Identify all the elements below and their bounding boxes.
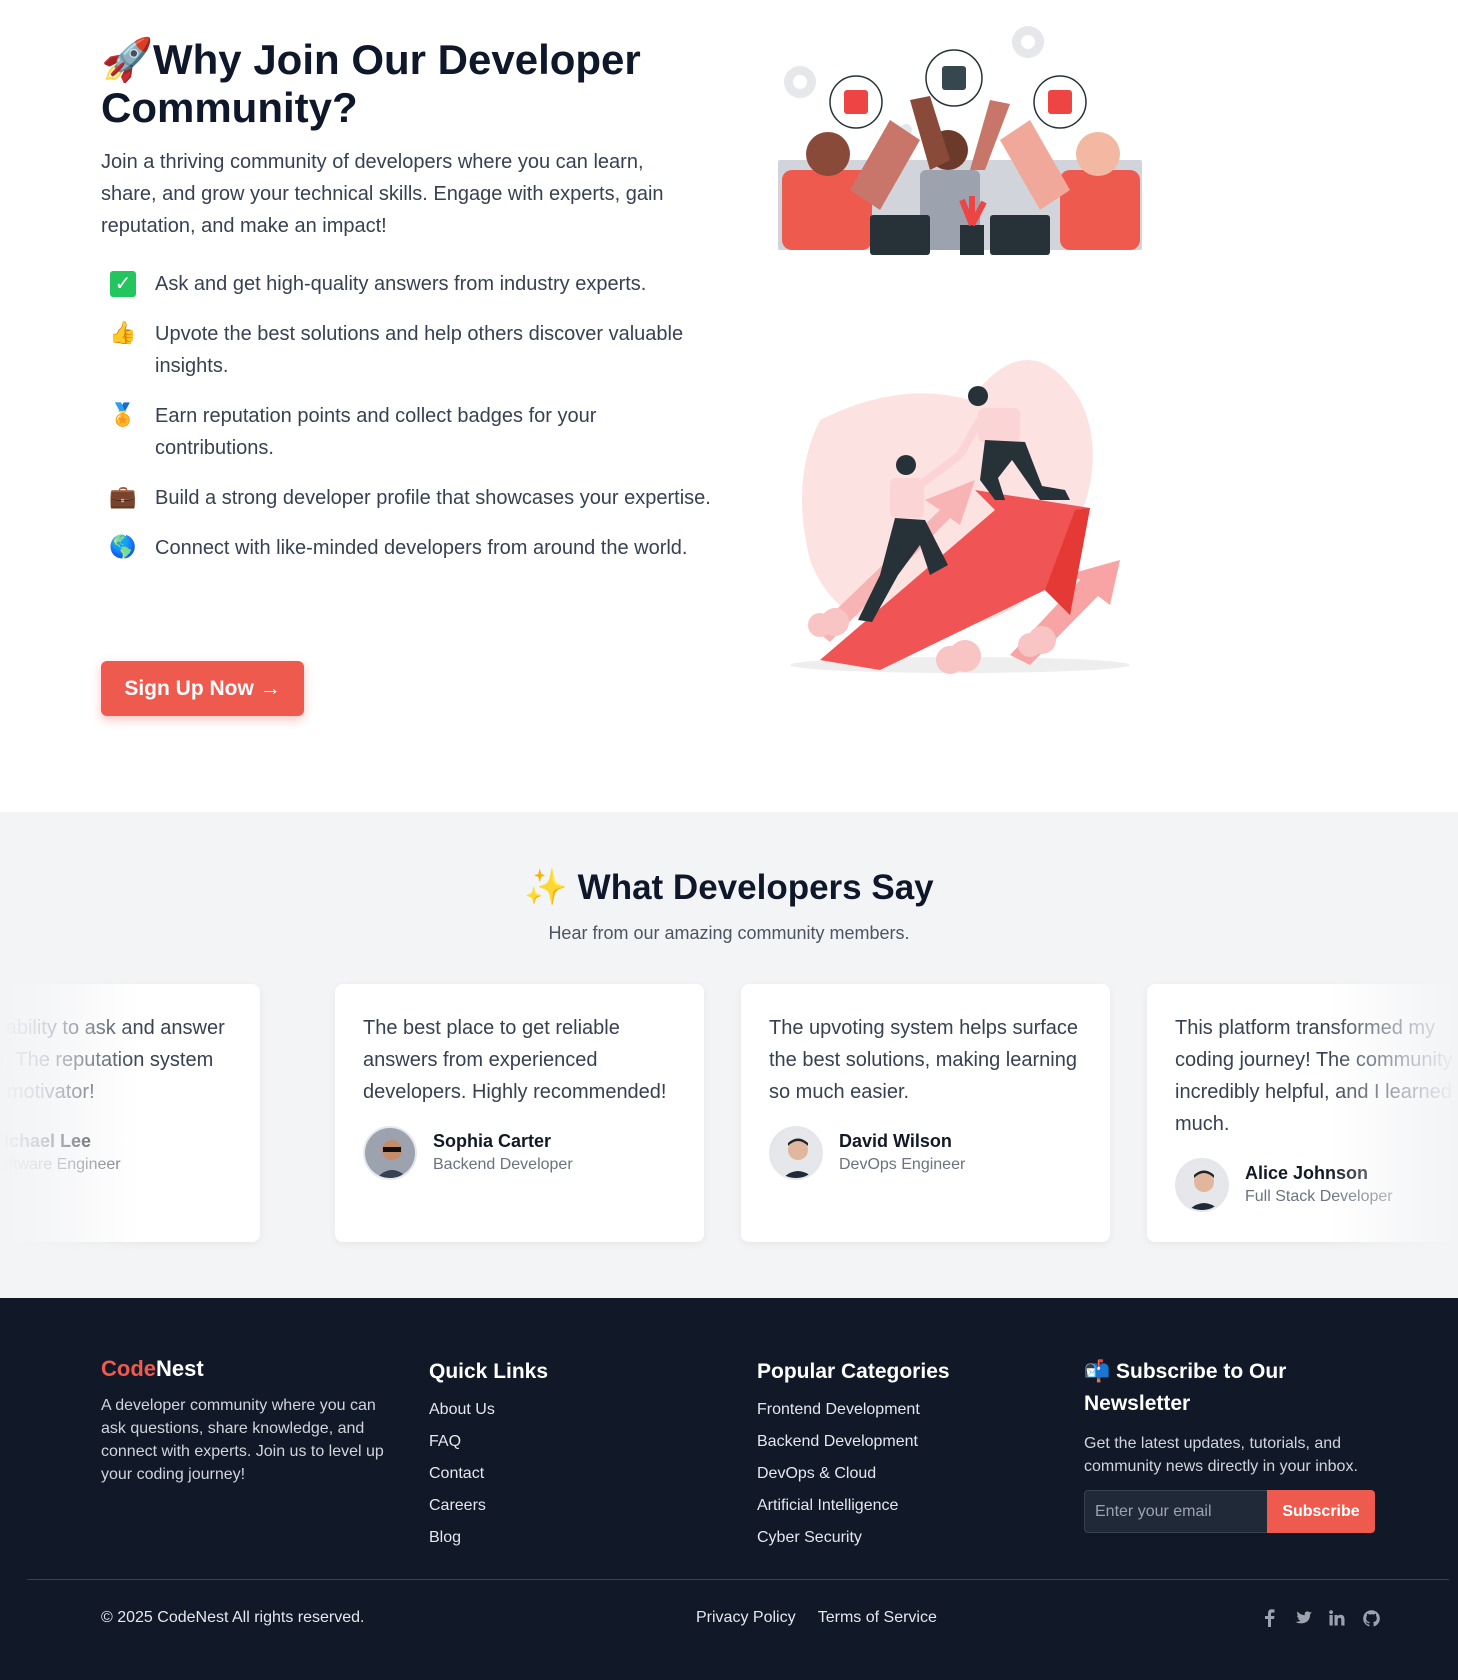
- site-footer: CodeNest A developer community where you…: [0, 1298, 1458, 1680]
- testimonials-section: ✨ What Developers Say Hear from our amaz…: [0, 812, 1458, 1298]
- subscribe-button[interactable]: Subscribe: [1267, 1490, 1375, 1533]
- check-icon: ✓: [105, 268, 141, 298]
- newsletter-heading-text: Subscribe to Our Newsletter: [1084, 1360, 1287, 1415]
- globe-icon: 🌎: [109, 534, 137, 559]
- newsletter-description: Get the latest updates, tutorials, and c…: [1084, 1435, 1358, 1475]
- benefit-item: 🏅 Earn reputation points and collect bad…: [101, 400, 711, 464]
- footer-categories: Popular Categories Frontend Development …: [757, 1356, 950, 1560]
- avatar: [769, 1126, 823, 1180]
- categories-heading: Popular Categories: [757, 1360, 950, 1383]
- benefit-text: Ask and get high-quality answers from in…: [155, 273, 647, 295]
- rocket-icon: 🚀: [101, 36, 154, 83]
- why-join-title: 🚀Why Join Our Developer Community?: [101, 36, 711, 132]
- avatar-photo-icon: [365, 1128, 415, 1178]
- category-link-devops[interactable]: DevOps & Cloud: [757, 1464, 950, 1484]
- footer-link-careers[interactable]: Careers: [429, 1496, 548, 1516]
- testimonial-quote: I love the ability to ask and answer que…: [0, 1017, 225, 1103]
- why-join-content: 🚀Why Join Our Developer Community? Join …: [101, 36, 711, 582]
- category-link-frontend[interactable]: Frontend Development: [757, 1400, 950, 1420]
- testimonial-card: The upvoting system helps surface the be…: [741, 984, 1110, 1242]
- testimonial-card: This platform transformed my coding jour…: [1147, 984, 1458, 1242]
- twitter-icon[interactable]: [1286, 1605, 1320, 1631]
- benefit-text: Upvote the best solutions and help other…: [155, 323, 684, 377]
- testimonial-author: Alice Johnson Full Stack Developer: [1175, 1158, 1458, 1212]
- privacy-policy-link[interactable]: Privacy Policy: [696, 1609, 796, 1626]
- logo-nest: Nest: [156, 1356, 204, 1381]
- newsletter-form: Subscribe: [1084, 1490, 1375, 1533]
- author-role: Full Stack Developer: [1245, 1188, 1393, 1205]
- footer-link-contact[interactable]: Contact: [429, 1464, 548, 1484]
- category-link-security[interactable]: Cyber Security: [757, 1528, 950, 1548]
- author-name: Michael Lee: [0, 1131, 92, 1151]
- author-role: Software Engineer: [0, 1156, 121, 1173]
- benefit-text: Build a strong developer profile that sh…: [155, 487, 711, 509]
- logo-code: Code: [101, 1356, 156, 1381]
- testimonial-quote: This platform transformed my coding jour…: [1175, 1017, 1458, 1135]
- footer-description: A developer community where you can ask …: [101, 1397, 384, 1483]
- footer-newsletter: 📬 Subscribe to Our Newsletter Get the la…: [1084, 1356, 1384, 1533]
- benefit-item: ✓ Ask and get high-quality answers from …: [101, 268, 711, 300]
- facebook-icon[interactable]: [1252, 1605, 1286, 1631]
- github-icon[interactable]: [1354, 1605, 1388, 1631]
- footer-logo[interactable]: CodeNest: [101, 1356, 391, 1382]
- testimonials-title-text: What Developers Say: [577, 868, 934, 907]
- email-input[interactable]: [1084, 1490, 1267, 1533]
- footer-link-blog[interactable]: Blog: [429, 1528, 548, 1548]
- author-role: DevOps Engineer: [839, 1156, 966, 1173]
- check-glyph: ✓: [110, 271, 136, 297]
- sign-up-button[interactable]: Sign Up Now →: [101, 661, 304, 716]
- why-join-title-text: Why Join Our Developer Community?: [101, 36, 641, 131]
- testimonials-subtitle: Hear from our amazing community members.: [548, 923, 910, 943]
- benefit-item: 🌎 Connect with like-minded developers fr…: [101, 532, 711, 564]
- avatar: [1175, 1158, 1229, 1212]
- briefcase-icon: 💼: [109, 484, 137, 509]
- avatar-photo-icon: [1177, 1160, 1227, 1210]
- testimonial-author: Michael Lee Software Engineer: [0, 1126, 232, 1180]
- legal-links: Privacy Policy Terms of Service: [696, 1609, 955, 1627]
- avatar-photo-icon: [771, 1128, 821, 1178]
- collaboration-illustration: [778, 26, 1142, 255]
- author-name: Sophia Carter: [433, 1131, 552, 1151]
- benefit-list: ✓ Ask and get high-quality answers from …: [101, 268, 711, 564]
- footer-divider: [27, 1579, 1449, 1580]
- linkedin-icon[interactable]: [1320, 1605, 1354, 1631]
- category-link-ai[interactable]: Artificial Intelligence: [757, 1496, 950, 1516]
- testimonial-card: The best place to get reliable answers f…: [335, 984, 704, 1242]
- newsletter-heading: 📬 Subscribe to Our Newsletter: [1084, 1356, 1384, 1420]
- footer-link-faq[interactable]: FAQ: [429, 1432, 548, 1452]
- why-join-intro: Join a thriving community of developers …: [101, 151, 664, 237]
- quick-links-list: About Us FAQ Contact Careers Blog: [429, 1400, 548, 1548]
- sparkles-icon: ✨: [524, 868, 568, 907]
- footer-link-about[interactable]: About Us: [429, 1400, 548, 1420]
- testimonial-quote: The upvoting system helps surface the be…: [769, 1017, 1079, 1103]
- thumbs-up-icon: 👍: [109, 320, 137, 345]
- testimonials-title: ✨ What Developers Say: [0, 867, 1458, 908]
- terms-of-service-link[interactable]: Terms of Service: [818, 1609, 937, 1626]
- benefit-item: 👍 Upvote the best solutions and help oth…: [101, 318, 711, 382]
- footer-quick-links: Quick Links About Us FAQ Contact Careers…: [429, 1356, 548, 1560]
- why-join-section: 🚀Why Join Our Developer Community? Join …: [0, 0, 1458, 812]
- testimonial-author: Sophia Carter Backend Developer: [363, 1126, 676, 1180]
- author-name: David Wilson: [839, 1131, 952, 1151]
- testimonial-quote: The best place to get reliable answers f…: [363, 1017, 667, 1103]
- avatar: [363, 1126, 417, 1180]
- author-role: Backend Developer: [433, 1156, 573, 1173]
- mailbox-icon: 📬: [1084, 1360, 1111, 1383]
- category-link-backend[interactable]: Backend Development: [757, 1432, 950, 1452]
- copyright-text: © 2025 CodeNest All rights reserved.: [101, 1609, 365, 1626]
- testimonial-card: I love the ability to ask and answer que…: [0, 984, 260, 1242]
- author-name: Alice Johnson: [1245, 1163, 1369, 1183]
- quick-links-heading: Quick Links: [429, 1360, 549, 1383]
- categories-list: Frontend Development Backend Development…: [757, 1400, 950, 1548]
- benefit-item: 💼 Build a strong developer profile that …: [101, 482, 711, 514]
- benefit-text: Earn reputation points and collect badge…: [155, 405, 597, 459]
- footer-brand-column: CodeNest A developer community where you…: [101, 1356, 391, 1486]
- social-links: [1252, 1605, 1388, 1631]
- growth-illustration: [790, 360, 1130, 674]
- medal-icon: 🏅: [109, 402, 137, 427]
- testimonial-author: David Wilson DevOps Engineer: [769, 1126, 1082, 1180]
- benefit-text: Connect with like-minded developers from…: [155, 537, 688, 559]
